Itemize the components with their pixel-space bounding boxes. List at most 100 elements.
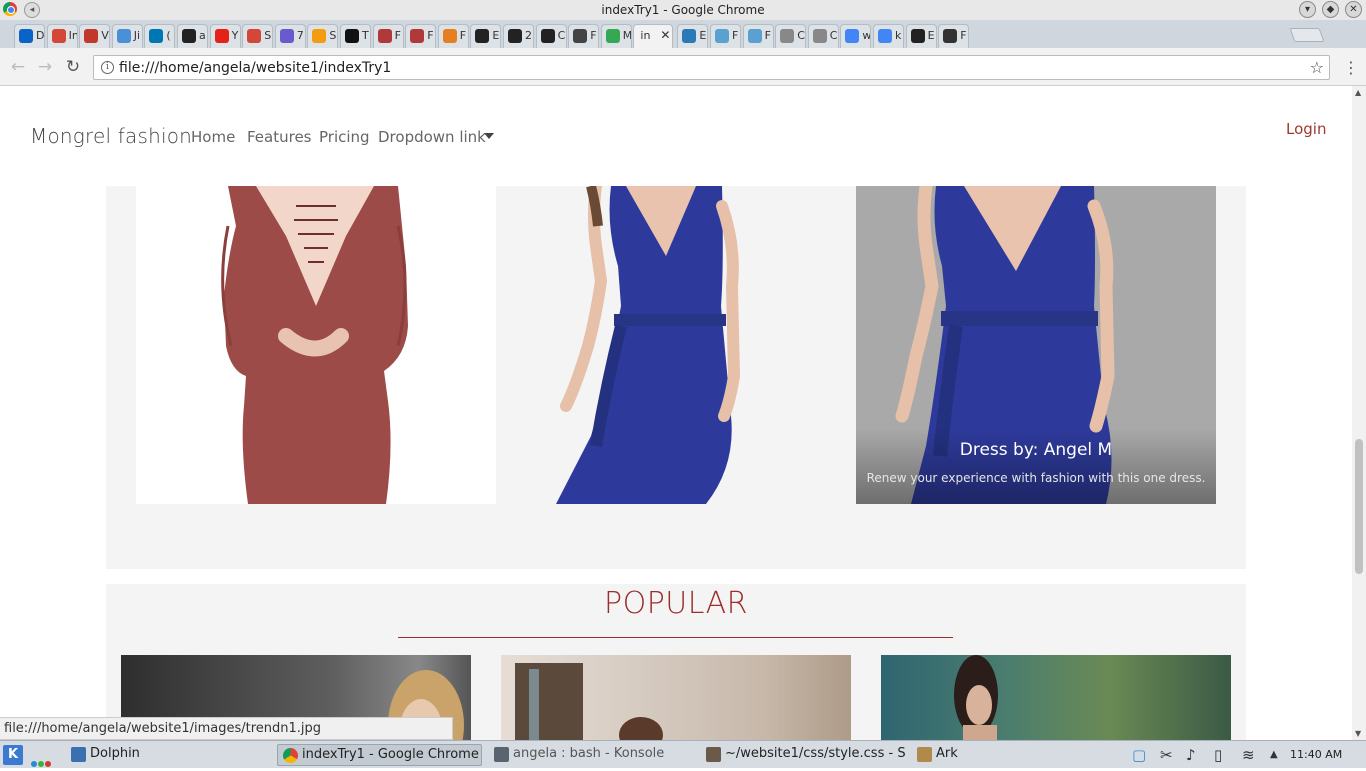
- close-tab-icon[interactable]: ✕: [660, 28, 670, 42]
- caret-down-icon[interactable]: [484, 133, 494, 139]
- tab-26[interactable]: k: [873, 24, 904, 48]
- tab-25[interactable]: w: [840, 24, 872, 48]
- tab-label: E: [492, 29, 500, 42]
- tab-5[interactable]: a: [177, 24, 208, 48]
- chat-icon[interactable]: ▢: [1132, 746, 1146, 764]
- tab-label: T: [362, 29, 369, 42]
- bracket-icon: [682, 29, 697, 43]
- battery-icon[interactable]: ▯: [1214, 746, 1222, 764]
- tab-18[interactable]: M: [600, 24, 632, 48]
- blackboard-icon: [182, 29, 196, 43]
- nav-features[interactable]: Features: [247, 128, 312, 146]
- os-taskbar: K Dolphin indexTry1 - Google Chrome ange…: [0, 740, 1366, 768]
- tab-13[interactable]: F: [437, 24, 469, 48]
- gallery-card-red-dress[interactable]: [136, 186, 496, 504]
- tab-23[interactable]: C: [775, 24, 807, 48]
- tab-22[interactable]: F: [742, 24, 774, 48]
- login-link[interactable]: Login: [1286, 120, 1326, 138]
- tab-27[interactable]: E: [905, 24, 937, 48]
- ark-icon: [917, 747, 932, 762]
- tab-1[interactable]: In: [46, 24, 78, 48]
- tab-7[interactable]: S: [242, 24, 274, 48]
- tab-28[interactable]: F: [938, 24, 970, 48]
- window-title: indexTry1 - Google Chrome: [601, 3, 765, 17]
- nav-pricing[interactable]: Pricing: [319, 128, 370, 146]
- bookmark-star-icon[interactable]: ☆: [1310, 58, 1324, 77]
- task-konsole[interactable]: angela : bash - Konsole: [489, 744, 694, 766]
- tab-4[interactable]: (: [144, 24, 176, 48]
- popular-thumb-2[interactable]: [501, 655, 851, 740]
- minimize-icon[interactable]: ▾: [1299, 1, 1316, 18]
- clock[interactable]: 11:40 AM: [1290, 748, 1342, 761]
- popular-image-3: [954, 655, 998, 740]
- tab-20[interactable]: E: [677, 24, 709, 48]
- diamond-icon: [475, 29, 490, 43]
- gallery-card-blue-dress-caption[interactable]: Dress by: Angel M Renew your experience …: [856, 186, 1216, 504]
- tab-3[interactable]: Ji: [111, 24, 143, 48]
- tab-11[interactable]: F: [372, 24, 404, 48]
- forward-arrow-icon[interactable]: →: [35, 57, 55, 77]
- tab-2[interactable]: V: [79, 24, 111, 48]
- tab-9[interactable]: S: [307, 24, 339, 48]
- tab-label: C: [797, 29, 805, 42]
- address-url[interactable]: file:///home/angela/website1/indexTry1: [119, 60, 391, 76]
- popular-thumb-3[interactable]: [881, 655, 1231, 740]
- terminal-icon: [494, 747, 509, 762]
- scissors-icon[interactable]: ✂: [1160, 746, 1173, 764]
- task-editor[interactable]: ~/website1/css/style.css - S: [701, 744, 906, 766]
- code-icon: [747, 29, 762, 43]
- nav-home[interactable]: Home: [191, 128, 235, 146]
- gallery-card-blue-dress[interactable]: [496, 186, 856, 504]
- tab-16[interactable]: C: [535, 24, 567, 48]
- task-chrome[interactable]: indexTry1 - Google Chrome: [277, 744, 482, 766]
- linkedin-icon: [149, 29, 164, 43]
- activities-icon[interactable]: [31, 752, 52, 771]
- close-window-icon[interactable]: ✕: [1345, 1, 1362, 18]
- tab-10[interactable]: T: [340, 24, 371, 48]
- tab-active[interactable]: in ✕: [633, 24, 674, 48]
- tab-8[interactable]: 7: [274, 24, 306, 48]
- back-arrow-icon[interactable]: ←: [8, 57, 28, 77]
- chrome-menu-icon[interactable]: ⋮: [1343, 58, 1359, 77]
- wifi-icon[interactable]: ≋: [1242, 746, 1255, 764]
- tab-label: F: [459, 29, 467, 42]
- scrum-icon: [410, 29, 425, 43]
- v-icon: [84, 29, 99, 43]
- window-titlebar: ◂ indexTry1 - Google Chrome ▾ ◆ ✕: [0, 0, 1366, 20]
- tab-0[interactable]: D: [14, 24, 45, 48]
- tab-label: In: [68, 29, 77, 42]
- tab-21[interactable]: F: [710, 24, 741, 48]
- tab-12[interactable]: F: [405, 24, 437, 48]
- tab-label: a: [199, 29, 206, 42]
- scrollbar-thumb[interactable]: [1355, 439, 1363, 574]
- tab-label: in: [640, 29, 651, 42]
- tab-17[interactable]: F: [568, 24, 600, 48]
- maximize-icon[interactable]: ◆: [1322, 1, 1339, 18]
- tab-15[interactable]: 2: [503, 24, 534, 48]
- task-dolphin[interactable]: Dolphin: [66, 744, 271, 766]
- new-tab-button[interactable]: [1289, 28, 1325, 42]
- scroll-up-icon[interactable]: ▲: [1355, 88, 1361, 97]
- scroll-down-icon[interactable]: ▼: [1355, 729, 1361, 738]
- tab-label: k: [895, 29, 902, 42]
- address-bar[interactable]: i file:///home/angela/website1/indexTry1…: [93, 55, 1330, 80]
- nav-dropdown-link[interactable]: Dropdown link: [378, 128, 486, 146]
- m-icon: [247, 29, 262, 43]
- tab-14[interactable]: E: [470, 24, 502, 48]
- task-ark[interactable]: Ark: [912, 744, 1012, 766]
- tab-label: F: [960, 29, 967, 42]
- tab-label: 2: [525, 29, 532, 42]
- tab-label: w: [862, 29, 872, 42]
- tab-24[interactable]: C: [807, 24, 839, 48]
- volume-icon[interactable]: ♪: [1186, 746, 1196, 764]
- info-icon[interactable]: i: [101, 61, 114, 74]
- reload-icon[interactable]: ↻: [63, 57, 83, 77]
- site-navbar: Mongrel fashion Home Features Pricing Dr…: [0, 86, 1352, 186]
- medium-icon: [345, 29, 359, 43]
- tray-expand-icon[interactable]: ▲: [1270, 749, 1278, 760]
- chrome-icon: [283, 748, 298, 763]
- tab-6[interactable]: Y: [209, 24, 241, 48]
- site-brand[interactable]: Mongrel fashion: [30, 124, 192, 148]
- kde-launcher-icon[interactable]: K: [3, 745, 23, 765]
- page-scrollbar[interactable]: ▲ ▼: [1352, 86, 1366, 740]
